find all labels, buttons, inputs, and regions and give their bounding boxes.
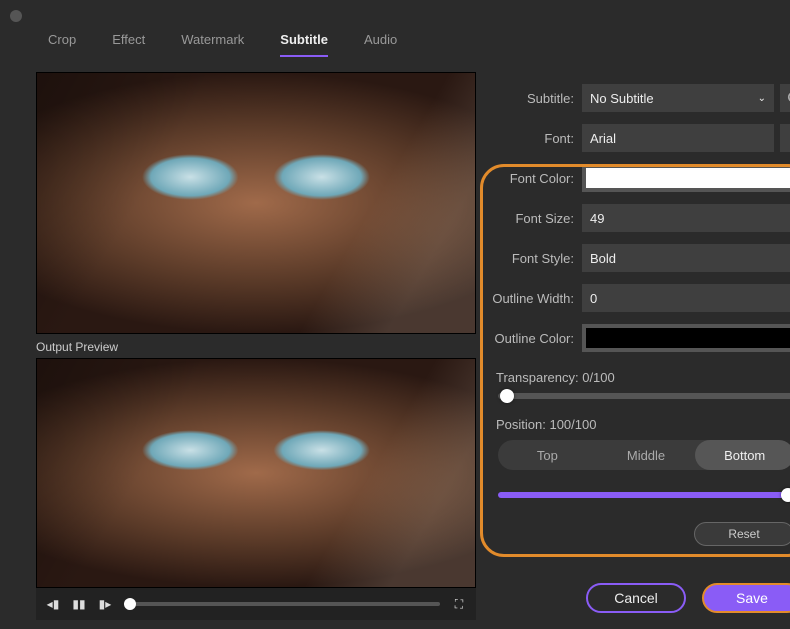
outline-width-label: Outline Width: [484, 291, 582, 306]
tab-watermark[interactable]: Watermark [181, 32, 244, 55]
tab-crop[interactable]: Crop [48, 32, 76, 55]
position-top[interactable]: Top [498, 440, 597, 470]
position-bottom[interactable]: Bottom [695, 440, 790, 470]
outline-color-swatch[interactable] [582, 324, 790, 352]
font-size-label: Font Size: [484, 211, 582, 226]
font-color-label: Font Color: [484, 171, 582, 186]
tab-effect[interactable]: Effect [112, 32, 145, 55]
font-color-swatch[interactable] [582, 164, 790, 192]
position-middle[interactable]: Middle [597, 440, 696, 470]
subtitle-select-value: No Subtitle [590, 91, 654, 106]
tab-subtitle[interactable]: Subtitle [280, 32, 328, 57]
search-subtitle-icon[interactable] [780, 84, 790, 112]
scrub-slider[interactable] [124, 602, 440, 606]
prev-frame-icon[interactable]: ◂▮ [46, 597, 60, 611]
transparency-label: Transparency: 0/100 [496, 370, 790, 385]
subtitle-label: Subtitle: [484, 91, 582, 106]
next-frame-icon[interactable]: ▮▸ [98, 597, 112, 611]
window-titlebar [0, 0, 790, 32]
window-close-icon[interactable] [10, 10, 22, 22]
position-label: Position: 100/100 [496, 417, 790, 432]
position-segmented: Top Middle Bottom [498, 440, 790, 470]
output-preview [36, 358, 476, 588]
cancel-button[interactable]: Cancel [586, 583, 686, 613]
tabs-bar: Crop Effect Watermark Subtitle Audio [0, 32, 790, 64]
position-slider[interactable] [498, 492, 790, 498]
chevron-down-icon: ⌄ [758, 93, 766, 104]
tab-audio[interactable]: Audio [364, 32, 397, 55]
fullscreen-icon[interactable]: ⛶ [452, 597, 466, 612]
playback-controls: ◂▮ ▮▮ ▮▸ ⛶ [36, 588, 476, 620]
font-picker-icon[interactable]: T [780, 124, 790, 152]
reset-button[interactable]: Reset [694, 522, 790, 546]
outline-color-label: Outline Color: [484, 331, 582, 346]
output-preview-label: Output Preview [36, 340, 476, 354]
outline-width-input[interactable] [582, 284, 790, 312]
source-preview [36, 72, 476, 334]
pause-icon[interactable]: ▮▮ [72, 597, 86, 611]
transparency-slider[interactable] [498, 393, 790, 399]
save-button[interactable]: Save [702, 583, 790, 613]
font-size-input[interactable] [582, 204, 790, 232]
subtitle-select[interactable]: No Subtitle ⌄ [582, 84, 774, 112]
font-input[interactable] [582, 124, 774, 152]
font-style-label: Font Style: [484, 251, 582, 266]
font-label: Font: [484, 131, 582, 146]
font-style-input[interactable] [582, 244, 790, 272]
